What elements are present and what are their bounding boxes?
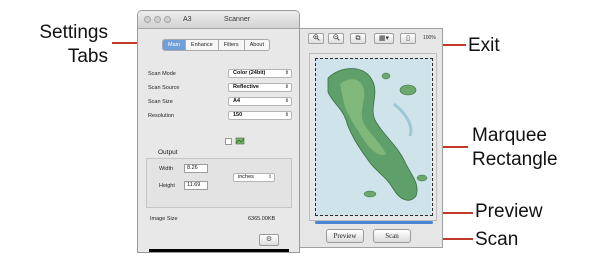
tab-enhance[interactable]: Enhance [185, 39, 219, 51]
scan-source-select[interactable]: Reflective ⇕ [228, 83, 292, 92]
auto-option-checkbox[interactable] [225, 138, 232, 145]
resolution-select[interactable]: 150 ⇕ [228, 111, 292, 120]
window-title-app: Scanner [224, 16, 251, 23]
scan-button[interactable]: Scan [373, 229, 411, 243]
chevron-updown-icon: ⇕ [284, 84, 289, 90]
chevron-updown-icon: ⇕ [267, 174, 272, 180]
marquee-callout: Marquee Rectangle [472, 124, 558, 172]
width-label: Width [159, 166, 174, 172]
copy-icon: ⧉ [355, 35, 361, 42]
layout-menu-button[interactable]: ▦▾ [374, 33, 394, 44]
chevron-updown-icon: ⇕ [284, 70, 289, 76]
height-field[interactable]: 11.69 [184, 181, 208, 190]
scan-progress-bar [149, 249, 289, 252]
horizontal-scrollbar[interactable] [315, 221, 433, 224]
settings-window: A3 Scanner Main Enhance Filters About Sc… [137, 10, 300, 253]
settings-tabs-callout: Settings Tabs [34, 21, 108, 69]
copy-button[interactable]: ⧉ [350, 33, 366, 44]
settings-gear-button[interactable]: ⚙ [259, 234, 279, 246]
scan-callout: Scan [475, 229, 519, 250]
output-label: Output [158, 149, 178, 156]
scan-mode-value: Color (24bit) [233, 70, 266, 76]
zoom-out-icon [332, 34, 340, 41]
scan-size-select[interactable]: A4 ⇕ [228, 97, 292, 106]
scanner-image-icon [235, 137, 245, 145]
preview-window: ⧉ ▦▾ ▯ 100% Preview Scan [300, 28, 443, 248]
gear-icon: ⚙ [265, 236, 273, 243]
close-window-button[interactable] [144, 16, 151, 23]
image-size-value: 6365.00KB [248, 216, 276, 222]
tab-main[interactable]: Main [162, 39, 186, 51]
image-size-label: Image Size [150, 216, 178, 222]
unit-select[interactable]: inches ⇕ [233, 173, 275, 182]
zoom-window-button[interactable] [164, 16, 171, 23]
preview-callout: Preview [475, 201, 543, 222]
resolution-value: 150 [233, 112, 243, 118]
exit-icon: ▯ [406, 35, 410, 42]
zoom-level: 100% [423, 35, 436, 41]
preview-button[interactable]: Preview [326, 229, 364, 243]
chevron-updown-icon: ⇕ [284, 98, 289, 104]
minimize-window-button[interactable] [154, 16, 161, 23]
exit-callout: Exit [468, 35, 500, 56]
scan-mode-select[interactable]: Color (24bit) ⇕ [228, 69, 292, 78]
scan-source-label: Scan Source [148, 85, 180, 91]
marquee-callout-line2: Rectangle [472, 149, 558, 170]
settings-titlebar: A3 Scanner [138, 11, 299, 29]
scan-source-value: Reflective [233, 84, 259, 90]
tab-about[interactable]: About [244, 39, 270, 51]
settings-tabs-callout-line1: Settings [39, 22, 108, 43]
chevron-updown-icon: ⇕ [284, 112, 289, 118]
tab-filters[interactable]: Filters [218, 39, 245, 51]
scan-size-value: A4 [233, 98, 241, 104]
layout-icon: ▦▾ [378, 35, 390, 42]
window-title-device: A3 [183, 16, 192, 23]
exit-button[interactable]: ▯ [400, 33, 416, 44]
scan-size-label: Scan Size [148, 99, 173, 105]
width-field[interactable]: 8.26 [184, 164, 208, 173]
height-label: Height [159, 183, 175, 189]
marquee-callout-line1: Marquee [472, 125, 547, 146]
zoom-in-button[interactable] [308, 33, 324, 44]
unit-value: inches [238, 174, 254, 180]
zoom-out-button[interactable] [328, 33, 344, 44]
settings-tabs-callout-line2: Tabs [67, 46, 108, 67]
resolution-label: Resolution [148, 113, 174, 119]
scan-mode-label: Scan Mode [148, 71, 176, 77]
marquee-rectangle[interactable] [315, 58, 433, 216]
settings-tabs: Main Enhance Filters About [162, 39, 270, 51]
zoom-in-icon [312, 34, 320, 41]
